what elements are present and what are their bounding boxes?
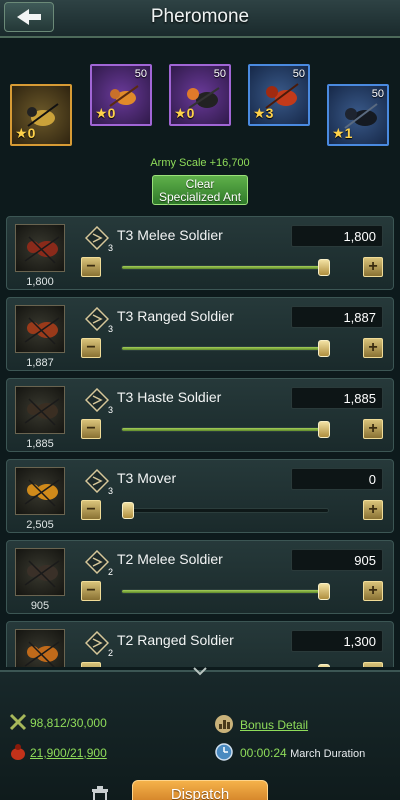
bottom-panel: 98,812/30,000 21,900/21,900 Bonus Detail… (0, 667, 400, 800)
slider-handle[interactable] (318, 259, 330, 276)
troop-owned-count: 905 (30, 600, 50, 612)
dispatch-button[interactable]: Dispatch (132, 780, 268, 800)
march-duration: 00:00:24 March Duration (240, 746, 366, 760)
star-icon: ★3 (253, 105, 274, 121)
troop-row: 1,800 3 T3 Melee Soldier 1,800 − + (6, 216, 394, 290)
troop-quantity-input[interactable]: 0 (291, 468, 383, 490)
troop-row: 2 T2 Ranged Soldier 1,300 − + (6, 621, 394, 667)
troop-owned-count: 1,800 (26, 276, 54, 288)
slider-handle[interactable] (318, 664, 330, 667)
decrease-button[interactable]: − (81, 581, 101, 601)
troop-row: 1,885 3 T3 Haste Soldier 1,885 − + (6, 378, 394, 452)
troop-slider[interactable] (121, 340, 330, 357)
troop-row: 905 2 T2 Melee Soldier 905 − + (6, 540, 394, 614)
troop-name: T2 Ranged Soldier (117, 632, 234, 648)
increase-button[interactable]: + (363, 338, 383, 358)
slider-handle[interactable] (318, 340, 330, 357)
slider-fill (122, 266, 324, 269)
increase-button[interactable]: + (363, 581, 383, 601)
troop-quantity-input[interactable]: 1,800 (291, 225, 383, 247)
troop-quantity-input[interactable]: 1,885 (291, 387, 383, 409)
troop-portrait[interactable] (15, 386, 65, 434)
march-clock-icon (215, 743, 233, 761)
troop-owned-count: 2,505 (26, 519, 54, 531)
tier-badge-icon: 3 (84, 306, 113, 334)
star-icon: ★0 (15, 125, 36, 141)
troop-portrait[interactable] (15, 467, 65, 515)
increase-button[interactable]: + (363, 500, 383, 520)
troop-portrait[interactable] (15, 629, 65, 667)
army-scale-text: Army Scale +16,700 (150, 157, 250, 169)
army-power-value: 98,812/30,000 (30, 716, 107, 730)
troop-list[interactable]: 1,800 3 T3 Melee Soldier 1,800 − + 1,887… (0, 212, 400, 667)
slider-handle[interactable] (318, 421, 330, 438)
slider-fill (122, 428, 324, 431)
decrease-button[interactable]: − (81, 419, 101, 439)
troop-quantity-input[interactable]: 1,887 (291, 306, 383, 328)
slider-fill (122, 347, 324, 350)
troop-owned-count: 1,887 (26, 357, 54, 369)
ant-tile-3[interactable]: 50 ★0 (169, 64, 231, 126)
increase-button[interactable]: + (363, 419, 383, 439)
bonus-chart-icon (215, 715, 233, 733)
ant-icon (24, 236, 60, 264)
tier-badge-icon: 3 (84, 468, 113, 496)
troop-name: T3 Melee Soldier (117, 227, 223, 243)
clear-specialized-ant-button[interactable]: Clear Specialized Ant (152, 175, 248, 205)
troop-owned-count: 1,885 (26, 438, 54, 450)
chevron-down-icon[interactable] (193, 666, 207, 676)
star-icon: ★0 (174, 105, 195, 121)
crossed-swords-icon (9, 713, 27, 731)
ant-tile-1[interactable]: ★0 (10, 84, 72, 146)
troop-portrait[interactable] (15, 548, 65, 596)
troop-quantity-input[interactable]: 905 (291, 549, 383, 571)
ant-tile-2[interactable]: 50 ★0 (90, 64, 152, 126)
increase-button[interactable]: + (363, 662, 383, 667)
load-capacity-value[interactable]: 21,900/21,900 (30, 746, 107, 760)
decrease-button[interactable]: − (81, 338, 101, 358)
troop-name: T3 Mover (117, 470, 177, 486)
slider-fill (122, 590, 324, 593)
troop-name: T3 Haste Soldier (117, 389, 222, 405)
star-icon: ★0 (95, 105, 116, 121)
ant-tile-5[interactable]: 50 ★1 (327, 84, 389, 146)
troop-row: 1,887 3 T3 Ranged Soldier 1,887 − + (6, 297, 394, 371)
trash-icon[interactable] (88, 784, 112, 800)
specialized-ant-row: ★0 50 ★0 50 ★0 50 ★3 50 ★1 (0, 60, 400, 160)
slider-handle[interactable] (318, 583, 330, 600)
top-bar: Pheromone (0, 0, 400, 38)
red-ant-load-icon (11, 744, 25, 760)
troop-quantity-input[interactable]: 1,300 (291, 630, 383, 652)
ant-icon (24, 479, 60, 507)
increase-button[interactable]: + (363, 257, 383, 277)
troop-portrait[interactable] (15, 305, 65, 353)
slider-handle[interactable] (122, 502, 134, 519)
troop-slider[interactable] (121, 502, 329, 519)
troop-slider[interactable] (121, 421, 330, 438)
ant-icon (24, 317, 60, 345)
troop-name: T2 Melee Soldier (117, 551, 223, 567)
ant-tile-4[interactable]: 50 ★3 (248, 64, 310, 126)
troop-portrait[interactable] (15, 224, 65, 272)
tier-badge-icon: 3 (84, 225, 113, 253)
star-icon: ★1 (332, 125, 353, 141)
troop-slider[interactable] (121, 259, 330, 276)
ant-icon (24, 641, 60, 667)
bonus-detail-link[interactable]: Bonus Detail (240, 718, 308, 732)
troop-slider[interactable] (121, 583, 330, 600)
decrease-button[interactable]: − (81, 257, 101, 277)
ant-icon (24, 398, 60, 426)
tier-badge-icon: 3 (84, 387, 113, 415)
troop-name: T3 Ranged Soldier (117, 308, 234, 324)
troop-row: 2,505 3 T3 Mover 0 − + (6, 459, 394, 533)
page-title: Pheromone (150, 6, 250, 27)
tier-badge-icon: 2 (84, 549, 113, 577)
decrease-button[interactable]: − (81, 662, 101, 667)
decrease-button[interactable]: − (81, 500, 101, 520)
tier-badge-icon: 2 (84, 630, 113, 658)
ant-icon (24, 560, 60, 588)
